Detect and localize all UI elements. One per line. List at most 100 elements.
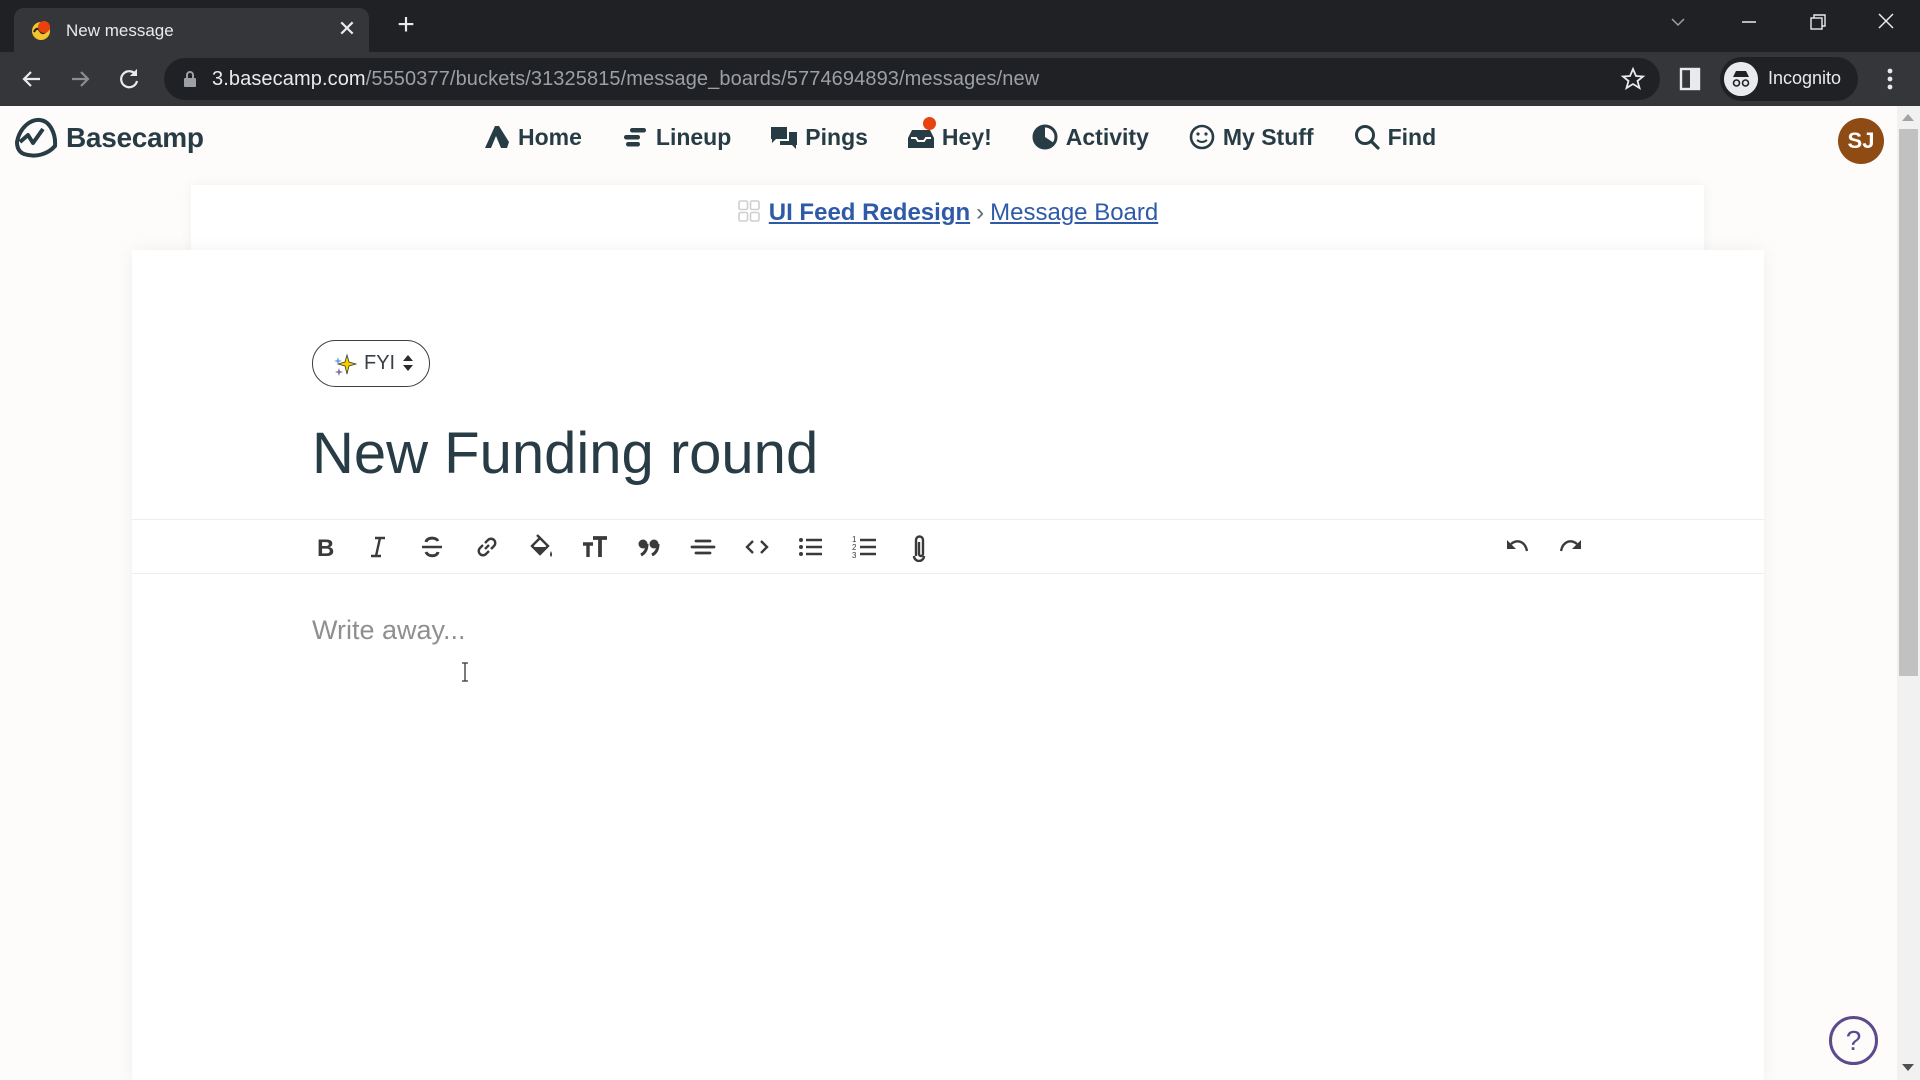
- new-tab-button[interactable]: +: [390, 10, 422, 42]
- nav-item-hey[interactable]: Hey!: [906, 117, 992, 152]
- breadcrumb: UI Feed Redesign › Message Board: [191, 199, 1704, 227]
- arrow-right-icon: [72, 71, 90, 87]
- bold-icon: B: [317, 535, 334, 562]
- tab-title: New message: [66, 21, 174, 40]
- category-select[interactable]: FYI: [312, 340, 430, 387]
- paint-bucket-icon: [530, 534, 552, 557]
- sparkles-icon: [334, 353, 357, 376]
- strikethrough-button[interactable]: [417, 532, 447, 562]
- message-title-input[interactable]: [312, 418, 1562, 488]
- window-close-icon[interactable]: [1866, 8, 1906, 38]
- highlight-color-button[interactable]: [526, 532, 556, 562]
- scrollbar-thumb[interactable]: [1899, 129, 1918, 676]
- strikethrough-icon: [422, 536, 442, 558]
- side-panel-icon[interactable]: [1676, 65, 1704, 93]
- browser-tab[interactable]: New message ✕: [14, 8, 369, 52]
- url-path: /5550377/buckets/31325815/message_boards…: [365, 68, 1040, 90]
- activity-icon: [1032, 124, 1058, 150]
- new-message-form: FYI B: [132, 250, 1764, 1080]
- url-text: 3.basecamp.com/5550377/buckets/31325815/…: [212, 68, 1039, 91]
- project-grid-icon: [737, 200, 760, 222]
- arrow-left-icon: [22, 71, 40, 87]
- help-button[interactable]: ?: [1829, 1016, 1878, 1065]
- link-icon: [477, 537, 497, 557]
- link-button[interactable]: [472, 532, 502, 562]
- horizontal-rule-button[interactable]: [688, 532, 718, 562]
- nav-item-my-stuff[interactable]: My Stuff: [1187, 122, 1314, 152]
- nav-item-find[interactable]: Find: [1352, 122, 1437, 152]
- basecamp-logo[interactable]: Basecamp: [12, 116, 204, 160]
- italic-icon: [371, 536, 385, 558]
- nav-label: Activity: [1065, 123, 1149, 150]
- nav-label: Pings: [805, 123, 868, 150]
- text-size-icon: [583, 536, 607, 557]
- incognito-profile-button[interactable]: Incognito: [1720, 57, 1858, 101]
- breadcrumb-separator: ›: [976, 199, 985, 226]
- breadcrumb-board-link[interactable]: Message Board: [990, 199, 1158, 226]
- code-icon: [745, 540, 769, 554]
- forward-button[interactable]: [64, 63, 96, 95]
- select-arrows-icon: [403, 355, 413, 371]
- nav-label: Find: [1387, 123, 1437, 150]
- bookmark-star-icon[interactable]: [1620, 66, 1646, 92]
- redo-button[interactable]: [1556, 532, 1586, 562]
- browser-tab-strip: New message ✕ +: [0, 0, 1920, 52]
- lock-icon: [184, 71, 196, 87]
- pings-icon: [771, 127, 798, 149]
- bullet-list-button[interactable]: [796, 532, 826, 562]
- main-nav: Home Lineup Pings Hey! Activity My Stuff…: [482, 117, 1474, 152]
- undo-icon: [1507, 540, 1529, 552]
- tab-close-icon[interactable]: ✕: [334, 16, 360, 42]
- browser-toolbar: 3.basecamp.com/5550377/buckets/31325815/…: [0, 52, 1920, 106]
- restore-icon[interactable]: [1797, 8, 1837, 38]
- svg-text:3: 3: [852, 551, 857, 560]
- search-icon: [1354, 125, 1380, 150]
- code-button[interactable]: [742, 532, 772, 562]
- text-cursor-icon: [462, 662, 468, 682]
- svg-text:B: B: [317, 535, 334, 562]
- home-icon: [485, 126, 509, 148]
- basecamp-favicon-icon: [32, 21, 50, 40]
- user-avatar[interactable]: SJ: [1838, 118, 1884, 164]
- incognito-icon: [1724, 62, 1758, 96]
- scroll-down-arrow-icon[interactable]: [1902, 1064, 1914, 1071]
- bold-button[interactable]: B: [309, 532, 339, 562]
- message-body-editor[interactable]: Write away...: [312, 615, 1612, 1015]
- undo-button[interactable]: [1502, 532, 1532, 562]
- page-scrollbar[interactable]: [1897, 106, 1920, 1080]
- scroll-up-arrow-icon[interactable]: [1902, 114, 1914, 121]
- address-bar[interactable]: 3.basecamp.com/5550377/buckets/31325815/…: [164, 58, 1660, 100]
- brand-name: Basecamp: [66, 122, 204, 153]
- italic-button[interactable]: [363, 532, 393, 562]
- horizontal-rule-icon: [690, 539, 716, 555]
- nav-label: My Stuff: [1222, 123, 1314, 150]
- editor-toolbar: B 123: [132, 519, 1764, 574]
- attachment-button[interactable]: [904, 532, 934, 563]
- tab-search-icon[interactable]: [1658, 8, 1698, 38]
- minimize-icon[interactable]: [1728, 8, 1768, 38]
- notification-dot: [922, 117, 936, 130]
- numbered-list-button[interactable]: 123: [850, 532, 880, 562]
- reload-icon: [120, 69, 139, 89]
- nav-item-home[interactable]: Home: [482, 122, 582, 152]
- quote-icon: [638, 539, 660, 557]
- lineup-icon: [623, 128, 646, 147]
- incognito-label: Incognito: [1768, 68, 1842, 88]
- app-navbar: Basecamp Home Lineup Pings Hey! Activity…: [0, 106, 1897, 172]
- reload-button[interactable]: [113, 63, 145, 95]
- nav-label: Hey!: [941, 123, 992, 150]
- heading-button[interactable]: [580, 532, 610, 562]
- nav-item-lineup[interactable]: Lineup: [620, 122, 731, 152]
- nav-item-pings[interactable]: Pings: [769, 122, 868, 152]
- url-host: 3.basecamp.com: [212, 68, 366, 90]
- back-button[interactable]: [16, 63, 48, 95]
- browser-menu-icon[interactable]: [1876, 64, 1904, 94]
- nav-label: Lineup: [655, 123, 732, 150]
- nav-item-activity[interactable]: Activity: [1030, 122, 1149, 152]
- paperclip-icon: [912, 535, 926, 563]
- quote-button[interactable]: [634, 532, 664, 562]
- breadcrumb-project-link[interactable]: UI Feed Redesign: [769, 199, 970, 226]
- category-label: FYI: [364, 352, 396, 374]
- nav-label: Home: [518, 123, 582, 150]
- numbered-list-icon: 123: [852, 535, 876, 560]
